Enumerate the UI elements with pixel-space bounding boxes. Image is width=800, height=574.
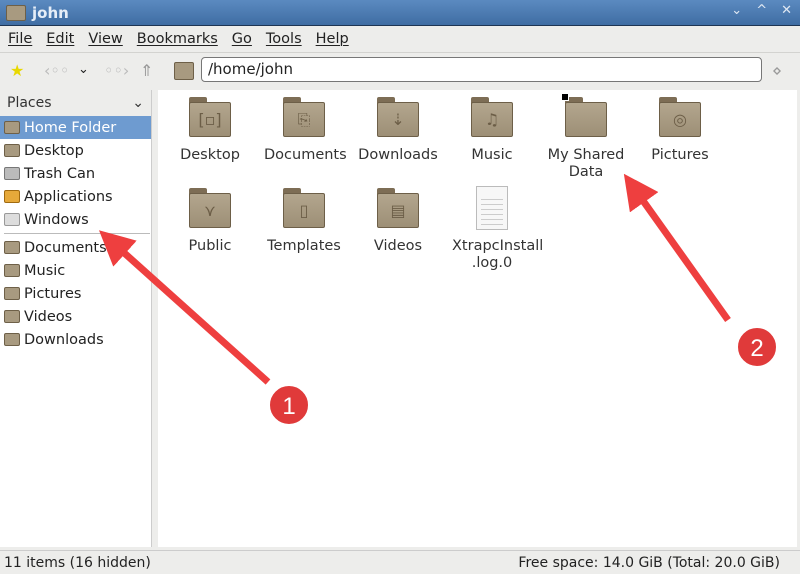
sidebar-item-desktop[interactable]: Desktop <box>0 139 151 162</box>
menu-view[interactable]: View <box>88 31 122 47</box>
bookmark-videos[interactable]: Videos <box>0 305 151 328</box>
history-dropdown-chevron-icon[interactable]: ⌄ <box>78 62 89 77</box>
folder-icon: ▤ <box>377 188 419 228</box>
file-name: Public <box>188 238 232 254</box>
folder-icon: ♫ <box>471 97 513 137</box>
pictures-folder-icon <box>4 287 20 300</box>
places-header[interactable]: Places ⌄ <box>0 90 151 116</box>
sidebar-item-trash[interactable]: Trash Can <box>0 162 151 185</box>
menu-tools[interactable]: Tools <box>266 31 302 47</box>
text-file-icon <box>476 186 508 230</box>
sidebar: Places ⌄ Home Folder Desktop Trash Can Ap… <box>0 90 152 547</box>
file-item[interactable]: My Shared Data <box>539 93 633 181</box>
menu-help[interactable]: Help <box>316 31 349 47</box>
sidebar-item-label: Windows <box>24 211 89 228</box>
desktop-folder-icon <box>4 144 20 157</box>
home-folder-icon <box>4 121 20 134</box>
trash-icon <box>4 167 20 180</box>
file-name: My Shared Data <box>547 147 625 180</box>
divider <box>4 233 150 234</box>
downloads-folder-icon <box>4 333 20 346</box>
documents-folder-icon <box>4 241 20 254</box>
forward-button[interactable]: ◦◦› <box>104 61 129 80</box>
folder-icon <box>561 93 607 137</box>
bookmark-documents[interactable]: Documents <box>0 236 151 259</box>
item-count: 11 items (16 hidden) <box>4 555 151 571</box>
minimize-button[interactable]: ⌄ <box>731 3 742 18</box>
chevron-down-icon[interactable]: ⌄ <box>132 95 144 111</box>
sidebar-item-label: Documents <box>24 239 107 256</box>
menu-bar: File Edit View Bookmarks Go Tools Help <box>0 27 800 51</box>
sidebar-item-label: Home Folder <box>24 119 117 136</box>
sidebar-item-home[interactable]: Home Folder <box>0 116 151 139</box>
applications-icon <box>4 190 20 203</box>
file-item[interactable]: ♫ Music <box>445 97 539 164</box>
folder-icon: ◎ <box>659 97 701 137</box>
title-bar: john ⌄ ^ ✕ <box>0 0 800 26</box>
path-input[interactable]: /home/john <box>201 57 762 82</box>
sidebar-item-label: Music <box>24 262 66 279</box>
places-label: Places <box>7 95 52 111</box>
file-name: Templates <box>267 238 341 254</box>
window-title: john <box>32 3 69 22</box>
sidebar-item-label: Desktop <box>24 142 84 159</box>
maximize-button[interactable]: ^ <box>756 3 767 18</box>
status-bar: 11 items (16 hidden) Free space: 14.0 Gi… <box>0 550 800 574</box>
shared-link-icon <box>561 93 569 101</box>
file-item[interactable]: ▤ Videos <box>351 188 445 255</box>
file-item[interactable]: [▫] Desktop <box>163 97 257 164</box>
file-item[interactable]: ⇣ Downloads <box>351 97 445 164</box>
file-item[interactable]: ⋎ Public <box>163 188 257 255</box>
folder-icon: ▯ <box>283 188 325 228</box>
home-folder-icon[interactable] <box>174 62 194 80</box>
up-button[interactable]: ⇑ <box>140 61 153 80</box>
file-name: Documents <box>264 147 347 163</box>
bookmark-music[interactable]: Music <box>0 259 151 282</box>
sidebar-item-windows[interactable]: Windows <box>0 208 151 231</box>
sidebar-item-label: Pictures <box>24 285 82 302</box>
bookmark-pictures[interactable]: Pictures <box>0 282 151 305</box>
folder-icon <box>6 4 26 21</box>
file-item[interactable]: ▯ Templates <box>257 188 351 255</box>
file-item[interactable]: ⎘ Documents <box>257 97 351 164</box>
file-name: Videos <box>373 238 423 254</box>
file-item[interactable]: ◎ Pictures <box>633 97 727 164</box>
sidebar-item-label: Applications <box>24 188 113 205</box>
videos-folder-icon <box>4 310 20 323</box>
menu-bookmarks[interactable]: Bookmarks <box>137 31 218 47</box>
folder-icon: [▫] <box>189 97 231 137</box>
file-view: [▫] Desktop ⎘ Documents ⇣ Downloads ♫ Music My S… <box>158 90 797 547</box>
sidebar-item-applications[interactable]: Applications <box>0 185 151 208</box>
new-window-star-icon[interactable]: ★ <box>10 61 24 80</box>
folder-icon: ⋎ <box>189 188 231 228</box>
menu-go[interactable]: Go <box>232 31 252 47</box>
back-button[interactable]: ‹◦◦ <box>44 61 69 80</box>
file-item[interactable]: XtrapcInstall .log.0 <box>445 186 544 272</box>
sidebar-item-label: Downloads <box>24 331 104 348</box>
close-button[interactable]: ✕ <box>781 3 792 18</box>
file-name: XtrapcInstall .log.0 <box>452 238 544 271</box>
file-name: Desktop <box>180 147 240 163</box>
drive-icon <box>4 213 20 226</box>
folder-icon: ⇣ <box>377 97 419 137</box>
file-name: Music <box>471 147 513 163</box>
free-space: Free space: 14.0 GiB (Total: 20.0 GiB) <box>518 555 780 571</box>
file-name: Pictures <box>651 147 709 163</box>
menu-file[interactable]: File <box>8 31 32 47</box>
sidebar-item-label: Videos <box>24 308 73 325</box>
music-folder-icon <box>4 264 20 277</box>
folder-icon: ⎘ <box>283 97 325 137</box>
sidebar-item-label: Trash Can <box>24 165 96 182</box>
file-name: Downloads <box>358 147 438 163</box>
bookmark-downloads[interactable]: Downloads <box>0 328 151 351</box>
go-button[interactable]: ⋄ <box>772 61 782 80</box>
menu-edit[interactable]: Edit <box>46 31 74 47</box>
